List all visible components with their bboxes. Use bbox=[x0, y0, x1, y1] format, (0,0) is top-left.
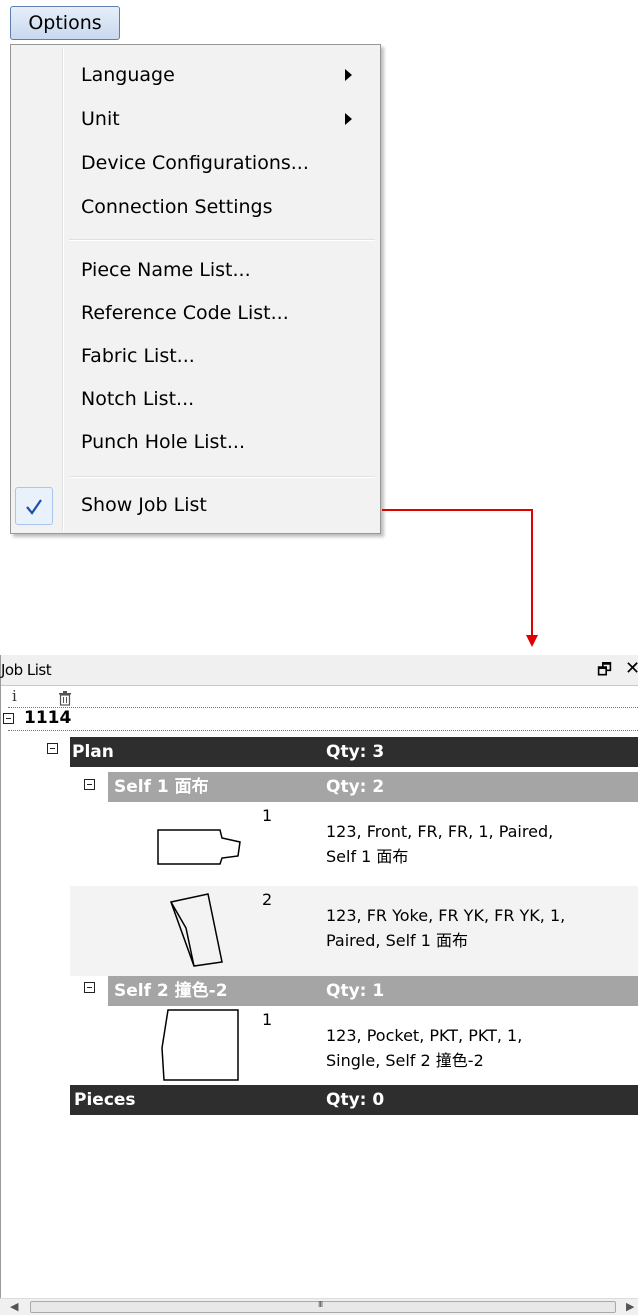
piece-number: 1 bbox=[262, 1010, 273, 1029]
piece-description-line2: Self 1 面布 bbox=[326, 847, 409, 866]
menu-item-device-configurations[interactable]: Device Configurations... bbox=[81, 151, 309, 175]
options-dropdown-menu: Language Unit Device Configurations... C… bbox=[10, 44, 381, 534]
menu-separator bbox=[69, 476, 375, 478]
trash-icon[interactable] bbox=[58, 691, 72, 706]
horizontal-scrollbar[interactable]: ◀ III ▶ bbox=[0, 1298, 638, 1315]
menu-item-punch-hole-list[interactable]: Punch Hole List... bbox=[81, 430, 245, 454]
plan-qty: Qty: 3 bbox=[326, 742, 385, 762]
piece-row[interactable]: 1 123, Front, FR, FR, 1, Paired, Self 1 … bbox=[70, 802, 638, 886]
plan-label: Plan bbox=[72, 742, 114, 762]
connector-arrow bbox=[382, 509, 538, 647]
menu-item-reference-code-list[interactable]: Reference Code List... bbox=[81, 301, 289, 325]
piece-row[interactable]: 2 123, FR Yoke, FR YK, FR YK, 1, Paired,… bbox=[70, 886, 638, 976]
close-icon[interactable]: ✕ bbox=[625, 654, 638, 684]
restore-icon[interactable]: 🗗 bbox=[597, 655, 612, 685]
pieces-row[interactable]: Pieces Qty: 0 bbox=[70, 1085, 638, 1115]
submenu-arrow-icon bbox=[345, 69, 352, 81]
grip-icon: III bbox=[318, 1300, 323, 1309]
group-label: Self 2 撞色-2 bbox=[114, 981, 228, 1001]
plan-row[interactable]: Plan Qty: 3 bbox=[70, 737, 638, 767]
piece-description-line2: Paired, Self 1 面布 bbox=[326, 931, 469, 950]
checkmark-box bbox=[15, 487, 53, 525]
piece-description-line1: 123, Front, FR, FR, 1, Paired, bbox=[326, 822, 554, 841]
collapse-icon[interactable] bbox=[47, 743, 58, 754]
group-row-self-2[interactable]: Self 2 撞色-2 Qty: 1 bbox=[108, 976, 638, 1006]
group-label: Self 1 面布 bbox=[114, 777, 209, 797]
piece-description-line1: 123, FR Yoke, FR YK, FR YK, 1, bbox=[326, 906, 566, 925]
job-root-label[interactable]: 1114 bbox=[24, 707, 71, 729]
menu-item-unit[interactable]: Unit bbox=[81, 107, 120, 131]
menu-gutter-divider bbox=[62, 47, 64, 531]
piece-number: 1 bbox=[262, 806, 273, 825]
menu-item-piece-name-list[interactable]: Piece Name List... bbox=[81, 258, 251, 282]
panel-title: Job List bbox=[1, 661, 52, 679]
menu-item-connection-settings[interactable]: Connection Settings bbox=[81, 195, 272, 219]
piece-shape-thumbnail bbox=[170, 893, 223, 967]
scroll-left-arrow-icon[interactable]: ◀ bbox=[10, 1299, 18, 1315]
collapse-icon[interactable] bbox=[84, 982, 95, 993]
piece-row[interactable]: 1 123, Pocket, PKT, PKT, 1, Single, Self… bbox=[70, 1006, 638, 1086]
piece-shape-thumbnail bbox=[161, 1009, 239, 1081]
pieces-label: Pieces bbox=[74, 1090, 136, 1110]
pieces-qty: Qty: 0 bbox=[326, 1090, 385, 1110]
menu-item-fabric-list[interactable]: Fabric List... bbox=[81, 344, 195, 368]
options-menu-button[interactable]: Options bbox=[10, 6, 120, 40]
piece-number: 2 bbox=[262, 890, 273, 909]
collapse-icon[interactable] bbox=[3, 713, 14, 724]
checkmark-icon bbox=[26, 499, 42, 515]
tree-root-row[interactable] bbox=[8, 707, 638, 731]
submenu-arrow-icon bbox=[345, 113, 352, 125]
menu-item-language[interactable]: Language bbox=[81, 63, 175, 87]
menu-item-show-job-list[interactable]: Show Job List bbox=[81, 493, 207, 517]
piece-description-line2: Single, Self 2 撞色-2 bbox=[326, 1051, 484, 1070]
piece-shape-thumbnail bbox=[157, 829, 241, 865]
menu-item-notch-list[interactable]: Notch List... bbox=[81, 387, 194, 411]
job-list-titlebar: Job List 🗗 ✕ bbox=[1, 655, 638, 686]
group-row-self-1[interactable]: Self 1 面布 Qty: 2 bbox=[108, 772, 638, 802]
info-icon[interactable]: i bbox=[12, 687, 17, 705]
collapse-icon[interactable] bbox=[84, 779, 95, 790]
scroll-right-arrow-icon[interactable]: ▶ bbox=[626, 1299, 634, 1315]
menu-separator bbox=[69, 239, 375, 241]
piece-description-line1: 123, Pocket, PKT, PKT, 1, bbox=[326, 1026, 523, 1045]
group-qty: Qty: 2 bbox=[326, 777, 385, 797]
group-qty: Qty: 1 bbox=[326, 981, 385, 1001]
